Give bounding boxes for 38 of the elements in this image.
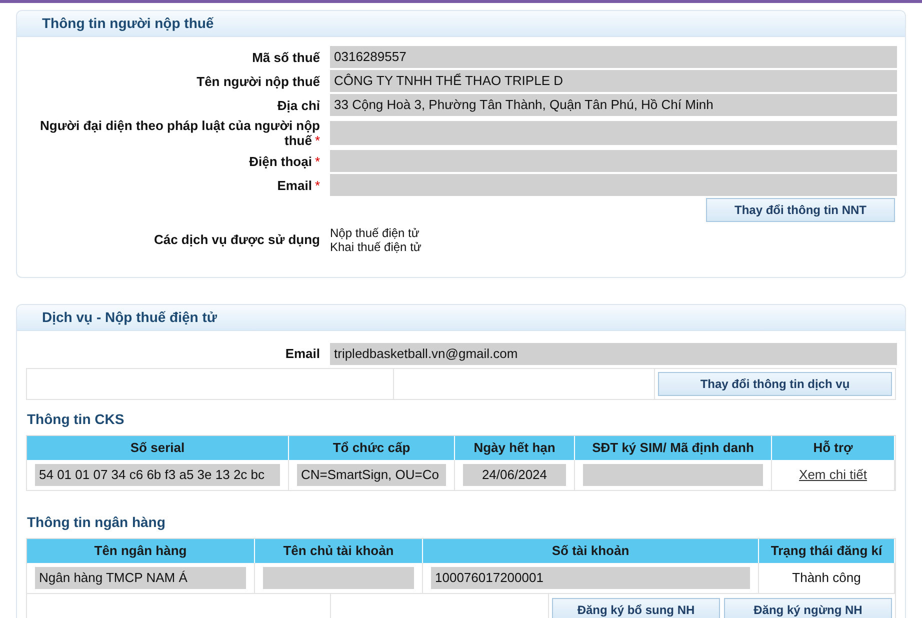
panel-title: Dịch vụ - Nộp thuế điện tử [42,308,218,327]
column-header: Tên chủ tài khoản [255,539,423,563]
detail-link[interactable]: Xem chi tiết [799,465,867,485]
column-header: Số serial [27,436,289,460]
field-label: Điện thoại * [249,154,320,168]
status-text: Thành công [792,569,861,588]
panel-title: Thông tin người nộp thuế [42,14,214,33]
section-title: Thông tin ngân hàng [27,514,166,530]
action-button[interactable]: Thay đổi thông tin dịch vụ [658,372,892,396]
field-label: Các dịch vụ được sử dụng [154,232,320,247]
column-header: Hỗ trợ [772,436,895,460]
column-header: Tổ chức cấp [289,436,455,460]
field-label: Mã số thuế [252,50,320,64]
field-label: Tên người nộp thuế [196,74,320,88]
readonly-field: 33 Cộng Hoà 3, Phường Tân Thành, Quận Tân Phú, Hồ Chí Minh [330,94,897,116]
section-title: Thông tin CKS [27,411,124,427]
field-label: Email * [277,178,320,192]
readonly-field: 100076017200001 [431,567,750,589]
service-text: Nộp thuế điện tử [330,226,420,240]
readonly-field: 24/06/2024 [463,464,566,486]
action-button[interactable]: Đăng ký ngừng NH [724,598,892,618]
column-header: Trạng thái đăng kí [759,539,895,563]
readonly-field: Ngân hàng TMCP NAM Á [35,567,246,589]
readonly-field: 0316289557 [330,46,897,68]
column-header: Số tài khoản [423,539,759,563]
readonly-field: tripledbasketball.vn@gmail.com [330,343,897,365]
field-label: Địa chỉ [277,98,320,112]
readonly-field: 54 01 01 07 34 c6 6b f3 a5 3e 13 2c bc [35,464,280,486]
field-label: Người đại diện theo pháp luật của người nộp thuế * [40,118,320,148]
action-button[interactable]: Đăng ký bổ sung NH [552,598,720,618]
readonly-field: CÔNG TY TNHH THỂ THAO TRIPLE D [330,70,897,92]
service-text: Khai thuế điện tử [330,240,422,254]
column-header: Ngày hết hạn [455,436,575,460]
readonly-field: CN=SmartSign, OU=Co [297,464,446,486]
action-button[interactable]: Thay đổi thông tin NNT [706,198,895,222]
column-header: SĐT ký SIM/ Mã định danh [575,436,772,460]
field-label: Email [285,346,320,361]
column-header: Tên ngân hàng [27,539,255,563]
